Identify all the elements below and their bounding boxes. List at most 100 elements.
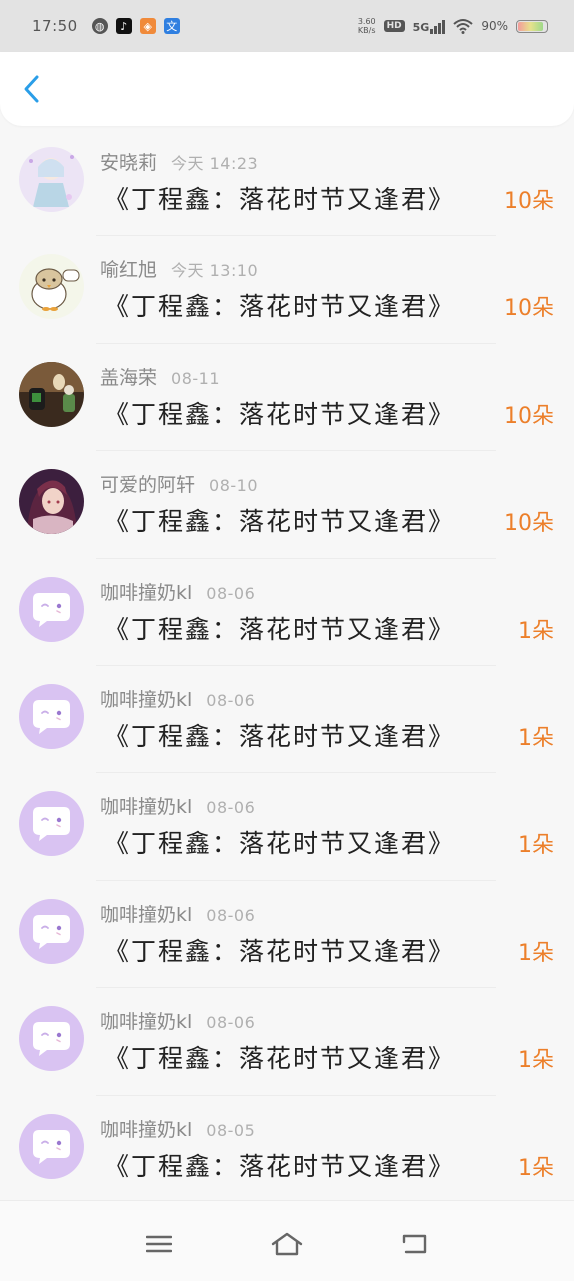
translate-app-icon: 文 [163,18,180,34]
chat-bubble-icon [19,576,84,642]
work-title: 《丁程鑫：落花时节又逢君》 [104,829,456,859]
list-item[interactable]: 咖啡撞奶kl 08-06 《丁程鑫：落花时节又逢君》 1朵 [0,557,574,665]
avatar[interactable] [19,791,84,857]
message-meta: 咖啡撞奶kl 08-05 [100,1115,255,1142]
message-meta: 喻红旭 今天 13:10 [100,255,258,282]
sender-name: 咖啡撞奶kl [100,688,193,711]
divider [96,557,496,559]
home-icon [271,1232,303,1256]
sender-name: 咖啡撞奶kl [100,581,193,604]
gift-count: 1朵 [518,1155,554,1181]
avatar[interactable] [19,898,84,964]
message-meta: 安晓莉 今天 14:23 [100,148,258,175]
divider [96,1094,496,1096]
message-meta: 咖啡撞奶kl 08-06 [100,578,255,605]
avatar[interactable] [19,254,84,320]
list-item[interactable]: 喻红旭 今天 13:10 《丁程鑫：落花时节又逢君》 10朵 [0,235,574,342]
message-time: 08-11 [171,368,221,388]
divider [96,342,496,344]
gift-count: 10朵 [504,511,554,537]
avatar[interactable] [19,361,84,427]
status-bar: 17:50 ◍ ♪ ◈ 文 3.60 KB/s HD 5G 90% [0,0,574,52]
sender-name: 盖海荣 [100,366,158,389]
return-button[interactable] [394,1227,434,1261]
sender-name: 咖啡撞奶kl [100,1011,193,1034]
net-speed-unit: KB/s [357,26,376,35]
header-bar [0,52,574,126]
gift-count: 10朵 [504,403,554,429]
network-type: 5G [413,18,446,34]
avatar[interactable] [19,1006,84,1072]
work-title: 《丁程鑫：落花时节又逢君》 [104,1151,456,1181]
system-nav-bar [0,1200,574,1281]
home-button[interactable] [267,1227,307,1261]
status-right: 3.60 KB/s HD 5G 90% [358,17,548,35]
avatar[interactable] [19,147,84,212]
list-item[interactable]: 盖海荣 08-11 《丁程鑫：落花时节又逢君》 10朵 [0,342,574,450]
sender-name: 可爱的阿轩 [100,474,196,497]
list-item[interactable]: 咖啡撞奶kl 08-06 《丁程鑫：落花时节又逢君》 1朵 [0,879,574,987]
network-label: 5G [412,21,430,34]
sender-name: 安晓莉 [100,152,158,174]
message-time: 08-10 [209,476,259,496]
return-icon [402,1234,427,1254]
list-item[interactable]: 咖啡撞奶kl 08-05 《丁程鑫：落花时节又逢君》 1朵 [0,1094,574,1202]
wifi-icon [453,19,473,34]
sender-name: 咖啡撞奶kl [100,796,193,819]
status-time: 17:50 [32,17,78,35]
chat-bubble-icon [19,898,84,964]
list-item[interactable]: 可爱的阿轩 08-10 《丁程鑫：落花时节又逢君》 10朵 [0,450,574,557]
net-speed: 3.60 KB/s [358,17,376,35]
work-title: 《丁程鑫：落花时节又逢君》 [104,721,456,751]
avatar[interactable] [19,469,84,535]
message-time: 08-06 [206,798,256,818]
message-meta: 咖啡撞奶kl 08-06 [100,900,255,927]
status-left: 17:50 ◍ ♪ ◈ 文 [32,17,180,35]
gift-count: 1朵 [518,833,554,859]
avatar[interactable] [19,576,84,642]
back-button[interactable] [14,72,48,106]
message-time: 今天 14:23 [171,154,259,173]
menu-button[interactable] [139,1227,179,1261]
chat-bubble-icon [19,1006,84,1072]
list-item[interactable]: 安晓莉 今天 14:23 《丁程鑫：落花时节又逢君》 10朵 [0,128,574,235]
menu-icon [146,1235,172,1253]
message-time: 今天 13:10 [171,261,259,281]
work-title: 《丁程鑫：落花时节又逢君》 [104,185,456,214]
message-time: 08-06 [206,690,256,710]
message-time: 08-05 [206,1120,256,1140]
list-item[interactable]: 咖啡撞奶kl 08-06 《丁程鑫：落花时节又逢君》 1朵 [0,987,574,1094]
work-title: 《丁程鑫：落花时节又逢君》 [104,507,456,537]
gift-count: 1朵 [518,1048,554,1074]
message-meta: 盖海荣 08-11 [100,363,220,390]
divider [96,987,496,989]
gift-count: 10朵 [504,189,554,214]
gift-count: 1朵 [518,940,554,966]
gift-count: 1朵 [518,618,554,644]
net-speed-value: 3.60 [357,17,376,26]
message-time: 08-06 [206,905,256,925]
cartoon-chick-avatar [19,254,84,320]
tiktok-icon: ♪ [115,18,132,34]
message-time: 08-06 [206,583,256,603]
work-title: 《丁程鑫：落花时节又逢君》 [104,936,456,966]
game-characters-avatar [19,361,84,427]
avatar[interactable] [19,683,84,749]
list-item[interactable]: 咖啡撞奶kl 08-06 《丁程鑫：落花时节又逢君》 1朵 [0,664,574,772]
hd-badge: HD [383,20,405,32]
list-item[interactable]: 咖啡撞奶kl 08-06 《丁程鑫：落花时节又逢君》 1朵 [0,772,574,879]
anime-portrait-avatar [19,469,84,535]
chat-bubble-icon [19,791,84,857]
globe-icon: ◍ [91,18,108,34]
sender-name: 咖啡撞奶kl [100,903,193,926]
divider [96,879,496,881]
message-meta: 咖啡撞奶kl 08-06 [100,685,255,712]
chat-bubble-icon [19,683,84,749]
cell-signal-icon [430,18,446,34]
anime-girl-illustration-avatar [19,147,84,212]
work-title: 《丁程鑫：落花时节又逢君》 [104,614,456,644]
chat-bubble-icon [19,1113,84,1179]
avatar[interactable] [19,1113,84,1179]
work-title: 《丁程鑫：落花时节又逢君》 [104,292,456,322]
battery-percent: 90% [481,19,508,33]
